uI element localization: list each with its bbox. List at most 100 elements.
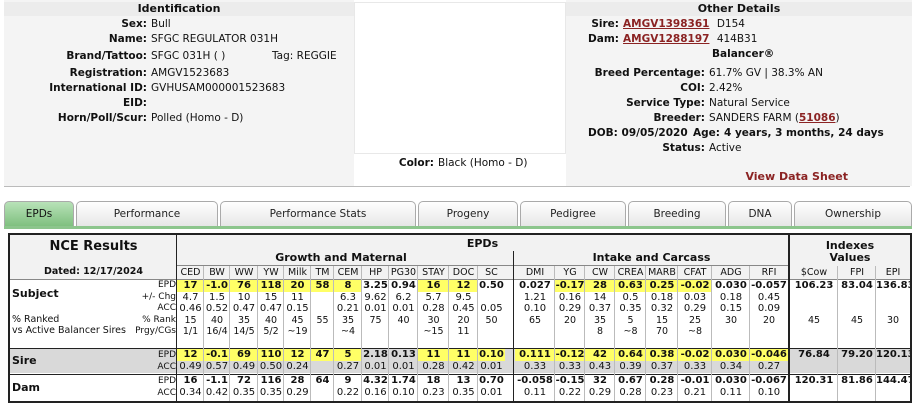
sire-tag: D154 [716,18,745,30]
sire-label: Sire: [591,18,619,30]
subject-prgy-cell: 8 [596,326,604,338]
tab-pedigree[interactable]: Pedigree [520,201,626,226]
sire-acc-cell: 0.01 [364,361,387,372]
subject-prgy-cell [389,326,418,338]
col-header-marb: MARB [648,267,676,278]
col-header-cw: CW [591,267,609,278]
subject-rank-cell: 35 [593,314,607,326]
subject-acc-cell: 0.29 [683,303,707,315]
sire-registration-link[interactable]: AMGV1398361 [623,18,709,30]
dam-epd-cell: 116 [260,375,282,386]
tab-ownership[interactable]: Ownership [794,201,912,226]
col-header-ww: WW [234,267,254,278]
name-row: Name: SFGC REGULATOR 031H [109,31,278,47]
dam-epd-cell: -1.1 [206,375,228,386]
tab-epds[interactable]: EPDs [4,201,74,226]
tab-performance[interactable]: Performance [76,201,218,226]
subject-chg-cell [478,292,505,304]
dam-epd-cell: 28 [290,375,305,386]
subject-prgy-cell: ~15 [423,326,444,338]
registration-row: Registration: AMGV1523683 [70,65,230,81]
epd-subheader-divider [177,265,788,266]
age-row: Age: 4 years, 3 months, 24 days [693,125,884,141]
subject-chg-cell: 11 [291,291,304,303]
sire-acc-cell: 0.50 [259,361,283,372]
sire-acc-cell: 0.28 [422,361,445,372]
subject-rank-cell: 40 [210,314,224,326]
subject-rank-cell: 65 [528,314,542,326]
subject-acc-cell: 0.15 [286,303,309,315]
dam-epd-cell: 0.030 [715,375,747,386]
subject-chg-cell: 4.7 [182,291,199,303]
dam-acc-cell: 0.10 [392,387,415,398]
results-dated: Dated: 12/17/2024 [43,266,143,277]
column-divider [645,266,646,401]
dam-acc-cell: 0.29 [588,387,612,398]
sire-acc-cell: 0.24 [286,361,309,372]
sire-acc-cell: 0.42 [452,361,475,372]
subject-prgy-cell [515,326,555,338]
subject-acc-cell: 0.15 [719,303,743,315]
sire-epd-cell: 79.20 [841,349,873,360]
dam-epd-cell: 4.32 [363,375,388,386]
col-header-cow: $Cow [800,267,828,278]
subject-prgy-cell [838,326,876,338]
subject-epd-cell: 118 [258,280,284,292]
subject-epd-cell: 0.030 [715,280,747,291]
subject-epd-cell: 17 [177,280,204,292]
subject-chg-cell: 9.62 [364,291,387,303]
col-header-fpi: FPI [850,267,864,278]
coi-label: COI: [680,82,705,94]
service-row: Service Type: Natural Service [626,95,790,111]
dam-label: Dam: [588,33,619,45]
sire-epd-cell: -0.12 [555,349,585,361]
sire-epd-cell: 0.10 [478,349,505,361]
subject-rank-cell: 50 [485,314,498,326]
intl-id-value: GVHUSAM000001523683 [151,82,286,94]
sire-acc-cell: 0.01 [480,361,503,372]
subject-rank-cell: 75 [369,314,382,326]
subject-epd-cell: 3.25 [363,280,388,291]
subject-row-label: % Rank [142,314,176,325]
subject-chg-cell: 0.45 [757,291,781,303]
tab-breeding[interactable]: Breeding [628,201,726,226]
subject-row-label: Prgy/CGs [135,326,176,337]
dam-acc-cell: 0.29 [286,387,309,398]
dam-row: Dam: AMGV1288197 414B31 [588,31,757,47]
sire-epd-cell: 0.030 [712,349,750,361]
sire-epd-cell: 0.64 [615,349,646,361]
color-label: Color: [398,157,434,169]
dob-value: 09/05/2020 [621,127,688,139]
subject-acc-cell: 0.32 [650,303,674,315]
dam-acc-cell: 0.22 [558,387,582,398]
breeder-id-link[interactable]: 51086 [799,112,836,124]
tab-performance-stats[interactable]: Performance Stats [220,201,416,226]
dam-epd-cell: 81.86 [841,375,873,386]
subject-row-label: EPD [157,280,176,290]
subject-epd-cell: 28 [585,280,615,292]
column-divider [448,266,449,401]
subject-prgy-cell: 5/2 [263,326,279,338]
sire-epd-cell: -0.046 [750,349,788,361]
subject-prgy-cell [555,326,585,338]
sire-acc-cell: 0.43 [588,361,612,372]
subject-row-label: ACC [157,303,176,314]
dam-epd-cell: -0.01 [680,375,710,386]
brand-value: SFGC 031H ( ) [151,50,226,62]
col-header-pg30: PG30 [390,267,417,278]
dam-epd-cell: 9 [344,375,352,386]
dam-acc-cell [876,387,910,399]
view-data-sheet-link[interactable]: View Data Sheet [745,170,848,183]
dam-registration-link[interactable]: AMGV1288197 [623,33,709,45]
dam-label: Dam [12,381,41,394]
sire-epd-cell: 0.13 [391,349,416,360]
tab-progeny[interactable]: Progeny [418,201,518,226]
sire-epd-cell: 0.38 [646,349,678,361]
subject-epd-cell: -0.17 [555,280,585,292]
subject-rank-cell: 45 [807,314,821,326]
dam-acc-cell: 0.28 [619,387,642,398]
breed-name: Balancer® [712,48,775,60]
animal-photo-placeholder [354,2,566,154]
col-header-milk: Milk [288,267,307,278]
tab-dna[interactable]: DNA [728,201,792,226]
